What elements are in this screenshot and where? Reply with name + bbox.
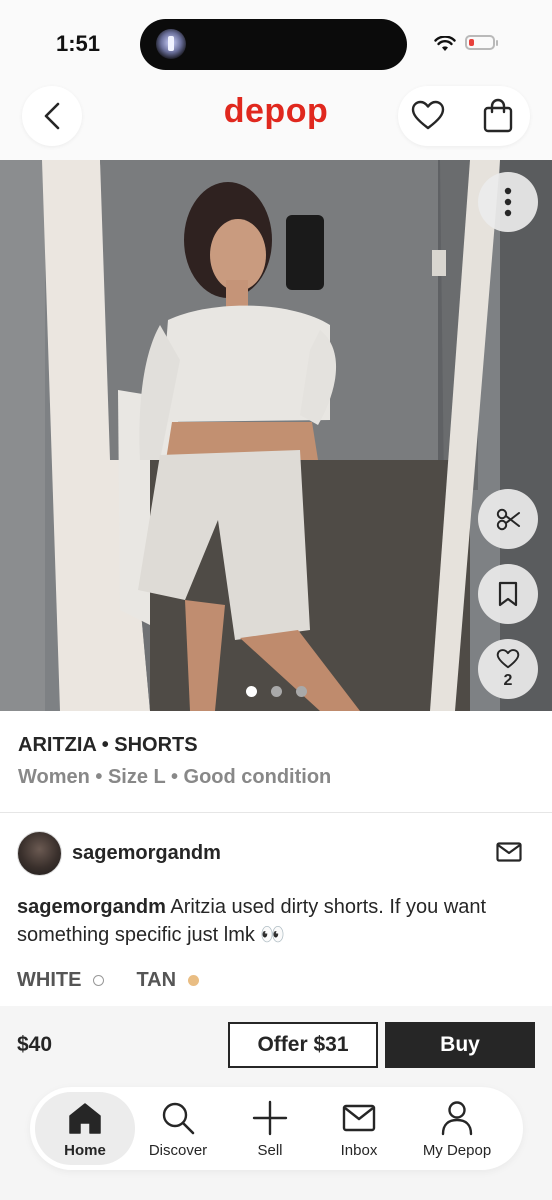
mail-icon — [342, 1104, 376, 1132]
color-label-white: WHITE — [17, 969, 82, 991]
plus-icon — [252, 1100, 288, 1136]
shopping-bag-icon[interactable] — [482, 98, 514, 134]
top-header: depop — [0, 86, 552, 160]
tab-home[interactable]: Home — [35, 1092, 135, 1165]
tab-label: Sell — [257, 1142, 283, 1159]
scissors-icon — [496, 508, 520, 531]
seller-username[interactable]: sagemorgandm — [72, 842, 221, 865]
pagination-dot[interactable] — [245, 686, 257, 697]
wifi-icon — [434, 36, 456, 51]
tab-inbox[interactable]: Inbox — [325, 1087, 393, 1170]
tab-label: Discover — [148, 1142, 208, 1159]
user-icon — [441, 1101, 473, 1136]
color-label-tan: TAN — [136, 969, 177, 991]
make-offer-button[interactable]: Offer $31 — [228, 1022, 378, 1068]
bottom-tab-bar: Home Discover Sell Inbox My Depop — [30, 1087, 523, 1170]
tab-sell[interactable]: Sell — [240, 1087, 300, 1170]
flashlight-icon — [156, 29, 186, 59]
listing-description: sagemorgandm Aritzia used dirty shorts. … — [17, 893, 537, 949]
buy-button[interactable]: Buy — [385, 1022, 535, 1068]
save-button[interactable] — [478, 564, 538, 624]
divider — [0, 812, 552, 813]
more-vertical-icon — [504, 187, 512, 217]
pagination-dot[interactable] — [270, 686, 282, 697]
status-time: 1:51 — [56, 31, 101, 56]
color-swatch-tan — [188, 975, 200, 986]
tab-label: My Depop — [422, 1142, 492, 1159]
price: $40 — [17, 1033, 53, 1056]
photo-pagination — [0, 686, 552, 697]
heart-icon[interactable] — [410, 98, 446, 134]
cut-off-button[interactable] — [478, 489, 538, 549]
tab-label: Home — [64, 1142, 106, 1159]
tab-my-depop[interactable]: My Depop — [412, 1087, 502, 1170]
battery-icon — [465, 35, 498, 50]
pagination-dot[interactable] — [295, 686, 307, 697]
listing-subtitle: Women • Size L • Good condition — [18, 766, 332, 788]
search-icon — [162, 1102, 195, 1135]
status-bar: 1:51 — [0, 0, 552, 86]
product-photo[interactable]: 2 — [0, 160, 552, 711]
description-username[interactable]: sagemorgandm — [17, 896, 166, 918]
more-options-button[interactable] — [478, 172, 538, 232]
color-list: WHITE TAN — [17, 969, 200, 992]
tab-label: Inbox — [340, 1142, 378, 1159]
header-actions — [398, 86, 530, 146]
bookmark-icon — [498, 581, 518, 607]
color-swatch-white — [93, 975, 105, 986]
tab-discover[interactable]: Discover — [138, 1087, 218, 1170]
home-icon — [69, 1103, 101, 1134]
seller-avatar[interactable] — [17, 831, 62, 876]
product-photo-image — [0, 160, 552, 711]
listing-title: ARITZIA • SHORTS — [18, 734, 198, 756]
message-seller-icon[interactable] — [496, 842, 522, 862]
dynamic-island — [140, 19, 407, 70]
heart-icon — [496, 649, 520, 669]
